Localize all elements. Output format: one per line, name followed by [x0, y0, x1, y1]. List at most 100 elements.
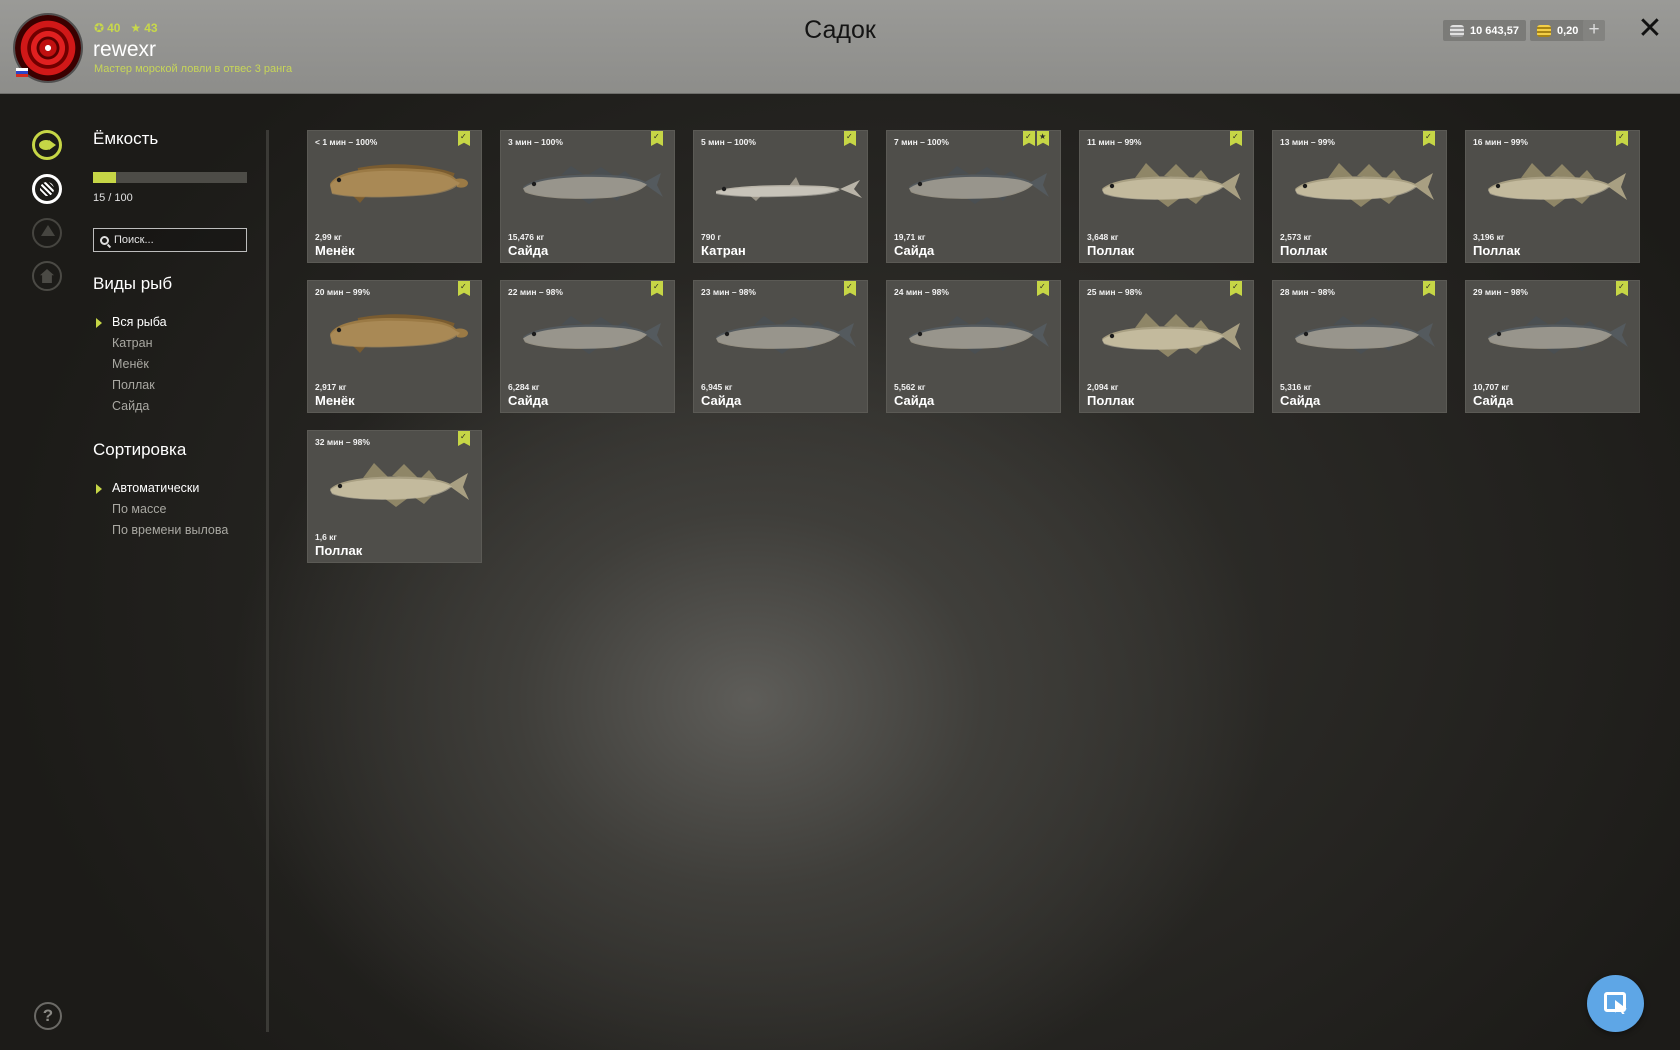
check-icon: ✓: [1425, 132, 1432, 141]
search-input[interactable]: Поиск...: [93, 228, 247, 252]
registered-check-icon: ✓: [1037, 281, 1049, 296]
fish-weight: 6,945 кг: [701, 382, 733, 392]
catch-time-freshness: 29 мин – 98%: [1473, 287, 1528, 297]
fish-badges: ✓: [458, 281, 470, 296]
panel-divider[interactable]: [266, 130, 269, 1032]
check-icon: ✓: [1039, 282, 1046, 291]
home-tab-icon[interactable]: [32, 261, 62, 291]
catch-time-freshness: 5 мин – 100%: [701, 137, 756, 147]
fish-name: Сайда: [894, 393, 935, 408]
catch-time-freshness: 20 мин – 99%: [315, 287, 370, 297]
fish-card[interactable]: 20 мин – 99% ✓ 2,917 кг Менёк: [307, 280, 482, 413]
sort-option-label: Автоматически: [112, 481, 200, 495]
sort-option-0[interactable]: Автоматически: [95, 481, 228, 502]
fish-card[interactable]: 28 мин – 98% ✓ 5,316 кг Сайда: [1272, 280, 1447, 413]
fish-image: [909, 316, 1049, 354]
capacity-bar-fill: [93, 172, 117, 183]
fish-card[interactable]: 16 мин – 99% ✓ 3,196 кг Поллак: [1465, 130, 1640, 263]
fish-card[interactable]: 5 мин – 100% ✓ 790 г Катран: [693, 130, 868, 263]
species-item-4[interactable]: Сайда: [95, 399, 167, 420]
registered-check-icon: ✓: [1616, 281, 1628, 296]
fish-card[interactable]: 11 мин – 99% ✓ 3,648 кг Поллак: [1079, 130, 1254, 263]
fish-weight: 5,316 кг: [1280, 382, 1312, 392]
check-icon: ✓: [460, 282, 467, 291]
species-item-2[interactable]: Менёк: [95, 357, 167, 378]
check-icon: ✓: [1232, 132, 1239, 141]
catch-time-freshness: 16 мин – 99%: [1473, 137, 1528, 147]
registered-check-icon: ✓: [1423, 131, 1435, 146]
fish-badges: ✓: [1230, 131, 1242, 146]
check-icon: ✓: [653, 282, 660, 291]
fish-name: Поллак: [1087, 243, 1135, 258]
sort-option-label: По времени вылова: [112, 523, 229, 537]
species-filter-list: Вся рыба Катран Менёк Поллак Сайда: [95, 315, 167, 420]
fish-badges: ✓: [458, 131, 470, 146]
fish-badges: ✓: [844, 131, 856, 146]
species-item-0[interactable]: Вся рыба: [95, 315, 167, 336]
check-icon: ✓: [1618, 132, 1625, 141]
fish-image: [1488, 316, 1628, 354]
check-icon: ✓: [653, 132, 660, 141]
fish-badges: ✓: [844, 281, 856, 296]
add-currency-button[interactable]: +: [1583, 20, 1605, 41]
fish-card[interactable]: 24 мин – 98% ✓ 5,562 кг Сайда: [886, 280, 1061, 413]
species-item-1[interactable]: Катран: [95, 336, 167, 357]
sort-option-2[interactable]: По времени вылова: [95, 523, 228, 544]
upgrade-tab-icon[interactable]: [32, 218, 62, 248]
fish-weight: 2,917 кг: [315, 382, 347, 392]
cursor-mode-button[interactable]: [1587, 975, 1644, 1032]
fish-name: Сайда: [894, 243, 935, 258]
fish-card[interactable]: < 1 мин – 100% ✓ 2,99 кг Менёк: [307, 130, 482, 263]
fish-weight: 6,284 кг: [508, 382, 540, 392]
fish-name: Поллак: [1087, 393, 1135, 408]
fish-badges: ✓: [1230, 281, 1242, 296]
fish-card[interactable]: 23 мин – 98% ✓ 6,945 кг Сайда: [693, 280, 868, 413]
fish-weight: 3,648 кг: [1087, 232, 1119, 242]
gold-balance: 0,20: [1530, 20, 1586, 41]
fish-card[interactable]: 13 мин – 99% ✓ 2,573 кг Поллак: [1272, 130, 1447, 263]
check-icon: ✓: [1618, 282, 1625, 291]
help-button[interactable]: ?: [34, 1002, 62, 1030]
fish-weight: 790 г: [701, 232, 722, 242]
species-item-3[interactable]: Поллак: [95, 378, 167, 399]
fish-card[interactable]: 25 мин – 98% ✓ 2,094 кг Поллак: [1079, 280, 1254, 413]
fish-card[interactable]: 3 мин – 100% ✓ 15,476 кг Сайда: [500, 130, 675, 263]
close-button[interactable]: ✕: [1637, 14, 1663, 44]
fish-image: [1102, 313, 1241, 357]
cursor-icon: [1604, 992, 1626, 1012]
fish-image: [1295, 316, 1435, 354]
capacity-count: 15 / 100: [93, 192, 133, 204]
fish-name: Сайда: [1473, 393, 1514, 408]
keepnet-tab-icon[interactable]: [32, 174, 62, 204]
catch-time-freshness: 22 мин – 98%: [508, 287, 563, 297]
silver-amount: 10 643,57: [1470, 24, 1519, 37]
fish-badges: ✓: [458, 431, 470, 446]
species-item-label: Поллак: [112, 378, 155, 392]
catch-time-freshness: 7 мин – 100%: [894, 137, 949, 147]
fish-card[interactable]: 29 мин – 98% ✓ 10,707 кг Сайда: [1465, 280, 1640, 413]
fish-badges: ✓: [1423, 281, 1435, 296]
russia-flag-icon: [16, 68, 28, 77]
fish-tab-icon[interactable]: [32, 130, 62, 160]
fish-image: [523, 166, 663, 204]
gold-coins-icon: [1537, 24, 1551, 37]
fish-image: [330, 164, 468, 203]
species-title: Виды рыб: [93, 274, 173, 293]
registered-check-icon: ✓: [651, 281, 663, 296]
silver-balance: 10 643,57: [1443, 20, 1526, 41]
fish-image: [330, 314, 468, 353]
fish-card[interactable]: 22 мин – 98% ✓ 6,284 кг Сайда: [500, 280, 675, 413]
fish-card[interactable]: 32 мин – 98% ✓ 1,6 кг Поллак: [307, 430, 482, 563]
sort-option-1[interactable]: По массе: [95, 502, 228, 523]
registered-check-icon: ✓: [844, 281, 856, 296]
check-icon: ✓: [1232, 282, 1239, 291]
registered-check-icon: ✓: [458, 431, 470, 446]
species-item-label: Вся рыба: [112, 315, 167, 329]
registered-check-icon: ✓: [458, 131, 470, 146]
fish-weight: 10,707 кг: [1473, 382, 1510, 392]
fish-weight: 2,573 кг: [1280, 232, 1312, 242]
fish-card[interactable]: 7 мин – 100% ✓ ★ 19,71 кг Сайда: [886, 130, 1061, 263]
fish-image: [716, 177, 862, 201]
fish-name: Менёк: [315, 243, 355, 258]
catch-time-freshness: 25 мин – 98%: [1087, 287, 1142, 297]
